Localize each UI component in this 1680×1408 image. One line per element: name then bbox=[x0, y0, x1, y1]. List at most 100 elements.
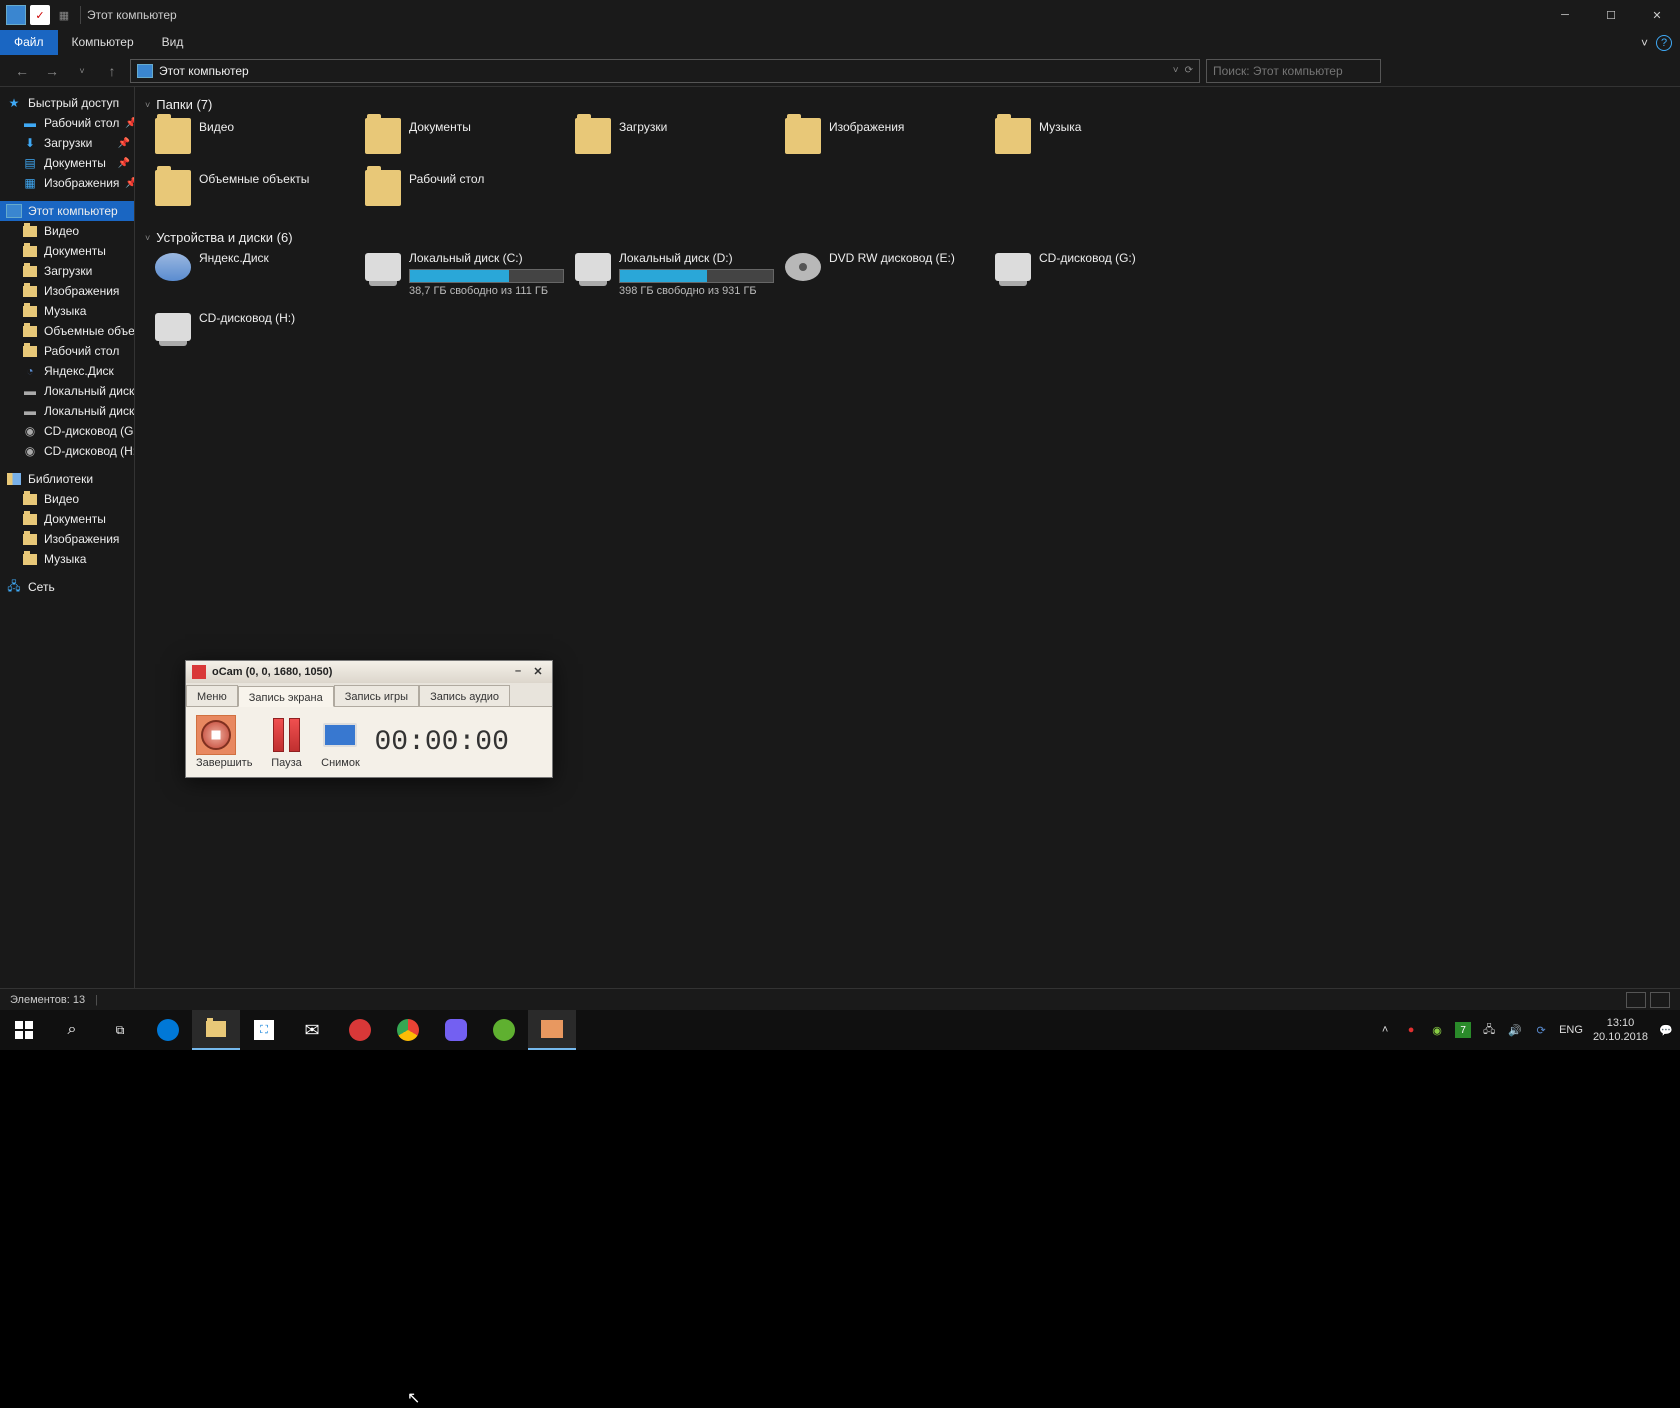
ocam-snapshot-button[interactable]: Снимок bbox=[320, 715, 360, 769]
ribbon-expand-icon[interactable]: ˅ bbox=[1641, 36, 1648, 50]
sidebar-pc-item[interactable]: ▬Локальный диск (D:) bbox=[0, 401, 134, 421]
tray-app-icon[interactable]: ◉ bbox=[1429, 1022, 1445, 1038]
taskbar-ocam[interactable] bbox=[528, 1010, 576, 1050]
sidebar-network[interactable]: 🖧Сеть bbox=[0, 577, 134, 597]
folder-icon bbox=[575, 118, 611, 154]
sidebar-pc-item[interactable]: Загрузки bbox=[0, 261, 134, 281]
tray-record-icon[interactable]: ● bbox=[1403, 1022, 1419, 1038]
ocam-close-button[interactable]: ✕ bbox=[530, 665, 546, 679]
group-devices-header[interactable]: ˅Устройства и диски (6) bbox=[145, 230, 1670, 245]
address-dropdown-icon[interactable]: ˅ bbox=[1173, 65, 1179, 76]
search-box[interactable] bbox=[1206, 59, 1381, 83]
folder-item[interactable]: Рабочий стол bbox=[365, 170, 575, 212]
nav-forward-button[interactable]: → bbox=[40, 59, 64, 83]
ocam-titlebar[interactable]: oCam (0, 0, 1680, 1050) – ✕ bbox=[186, 661, 552, 683]
taskbar-viber[interactable] bbox=[432, 1010, 480, 1050]
folder-item[interactable]: Изображения bbox=[785, 118, 995, 160]
sidebar-lib-item[interactable]: Изображения bbox=[0, 529, 134, 549]
taskbar-explorer[interactable] bbox=[192, 1010, 240, 1050]
maximize-button[interactable]: ☐ bbox=[1588, 0, 1634, 30]
search-button[interactable]: ⌕ bbox=[48, 1010, 96, 1050]
folder-item[interactable]: Объемные объекты bbox=[155, 170, 365, 212]
sidebar-documents[interactable]: ▤Документы📌 bbox=[0, 153, 134, 173]
address-refresh-icon[interactable]: ⟳ bbox=[1185, 65, 1193, 76]
tray-volume-icon[interactable]: 🔊 bbox=[1507, 1022, 1523, 1038]
close-button[interactable]: ✕ bbox=[1634, 0, 1680, 30]
sidebar-pc-item[interactable]: ▬Локальный диск (C:) bbox=[0, 381, 134, 401]
folder-item[interactable]: Загрузки bbox=[575, 118, 785, 160]
sidebar-pc-item[interactable]: Видео bbox=[0, 221, 134, 241]
task-view-button[interactable]: ⧉ bbox=[96, 1010, 144, 1050]
minimize-button[interactable]: ─ bbox=[1542, 0, 1588, 30]
sidebar-libraries[interactable]: Библиотеки bbox=[0, 469, 134, 489]
ocam-stop-button[interactable]: Завершить ↖ bbox=[196, 715, 252, 769]
taskbar-chrome[interactable] bbox=[384, 1010, 432, 1050]
sidebar-pc-item[interactable]: Рабочий стол bbox=[0, 341, 134, 361]
tab-computer[interactable]: Компьютер bbox=[58, 30, 148, 55]
tab-file[interactable]: Файл bbox=[0, 30, 58, 55]
drive-item[interactable]: CD-дисковод (H:) bbox=[155, 311, 365, 361]
taskbar-store[interactable]: ⛶ bbox=[240, 1010, 288, 1050]
tray-language[interactable]: ENG bbox=[1559, 1024, 1583, 1036]
quick-access-toolbar: ✓ ▦ bbox=[6, 5, 74, 25]
nav-recent-dropdown[interactable]: ˅ bbox=[70, 59, 94, 83]
address-bar[interactable]: ˅ ⟳ bbox=[130, 59, 1200, 83]
folders-grid: Видео Документы Загрузки Изображения Муз… bbox=[155, 118, 1670, 212]
start-button[interactable] bbox=[0, 1010, 48, 1050]
ocam-tab-game[interactable]: Запись игры bbox=[334, 685, 419, 706]
drive-item[interactable]: Яндекс.Диск bbox=[155, 251, 365, 301]
taskbar-opera[interactable] bbox=[336, 1010, 384, 1050]
drive-item[interactable]: Локальный диск (C:)38,7 ГБ свободно из 1… bbox=[365, 251, 575, 301]
tray-network-icon[interactable]: 🖧 bbox=[1481, 1022, 1497, 1038]
folder-icon bbox=[365, 170, 401, 206]
ocam-title: oCam (0, 0, 1680, 1050) bbox=[212, 666, 332, 678]
tray-notifications-icon[interactable]: 💬 bbox=[1658, 1022, 1674, 1038]
sidebar-pc-item[interactable]: ◉CD-дисковод (H:) bbox=[0, 441, 134, 461]
sidebar-pc-item[interactable]: Объемные объекты bbox=[0, 321, 134, 341]
tab-view[interactable]: Вид bbox=[148, 30, 198, 55]
address-input[interactable] bbox=[159, 64, 1167, 78]
sidebar-lib-item[interactable]: Музыка bbox=[0, 549, 134, 569]
sidebar-pc-item[interactable]: ◔Яндекс.Диск bbox=[0, 361, 134, 381]
sidebar-quick-access[interactable]: ★Быстрый доступ bbox=[0, 93, 134, 113]
tray-sync-icon[interactable]: ⟳ bbox=[1533, 1022, 1549, 1038]
nav-back-button[interactable]: ← bbox=[10, 59, 34, 83]
ocam-tab-screen[interactable]: Запись экрана bbox=[238, 686, 334, 707]
sidebar-this-pc[interactable]: Этот компьютер bbox=[0, 201, 134, 221]
sidebar-lib-item[interactable]: Видео bbox=[0, 489, 134, 509]
sidebar-pc-item[interactable]: Документы bbox=[0, 241, 134, 261]
tray-app-icon[interactable]: 7 bbox=[1455, 1022, 1471, 1038]
drive-item[interactable]: CD-дисковод (G:) bbox=[995, 251, 1205, 301]
sidebar-desktop[interactable]: ▬Рабочий стол📌 bbox=[0, 113, 134, 133]
taskbar-edge[interactable] bbox=[144, 1010, 192, 1050]
sidebar-pictures[interactable]: ▦Изображения📌 bbox=[0, 173, 134, 193]
ocam-pause-button[interactable]: Пауза bbox=[266, 715, 306, 769]
tray-clock[interactable]: 13:10 20.10.2018 bbox=[1593, 1016, 1648, 1045]
qat-properties-icon[interactable]: ✓ bbox=[30, 5, 50, 25]
ocam-tab-audio[interactable]: Запись аудио bbox=[419, 685, 510, 706]
sidebar-pc-item[interactable]: Изображения bbox=[0, 281, 134, 301]
folder-item[interactable]: Музыка bbox=[995, 118, 1205, 160]
sidebar-downloads[interactable]: ⬇Загрузки📌 bbox=[0, 133, 134, 153]
taskbar-utorrent[interactable] bbox=[480, 1010, 528, 1050]
view-large-button[interactable] bbox=[1650, 992, 1670, 1008]
sidebar-pc-item[interactable]: Музыка bbox=[0, 301, 134, 321]
ocam-minimize-button[interactable]: – bbox=[510, 665, 526, 679]
search-input[interactable] bbox=[1213, 64, 1374, 78]
sidebar-pc-item[interactable]: ◉CD-дисковод (G:) bbox=[0, 421, 134, 441]
drive-item[interactable]: DVD RW дисковод (E:) bbox=[785, 251, 995, 301]
folder-item[interactable]: Видео bbox=[155, 118, 365, 160]
group-folders-header[interactable]: ˅Папки (7) bbox=[145, 97, 1670, 112]
taskbar-mail[interactable]: ✉ bbox=[288, 1010, 336, 1050]
folder-item[interactable]: Документы bbox=[365, 118, 575, 160]
sidebar-lib-item[interactable]: Документы bbox=[0, 509, 134, 529]
help-icon[interactable]: ? bbox=[1656, 35, 1672, 51]
window-title: Этот компьютер bbox=[87, 8, 177, 22]
view-details-button[interactable] bbox=[1626, 992, 1646, 1008]
yandex-disk-icon bbox=[155, 253, 191, 281]
ocam-tab-menu[interactable]: Меню bbox=[186, 685, 238, 706]
drive-item[interactable]: Локальный диск (D:)398 ГБ свободно из 93… bbox=[575, 251, 785, 301]
tray-overflow-icon[interactable]: ˄ bbox=[1377, 1022, 1393, 1038]
nav-up-button[interactable]: ↑ bbox=[100, 59, 124, 83]
qat-new-folder-icon[interactable]: ▦ bbox=[54, 5, 74, 25]
